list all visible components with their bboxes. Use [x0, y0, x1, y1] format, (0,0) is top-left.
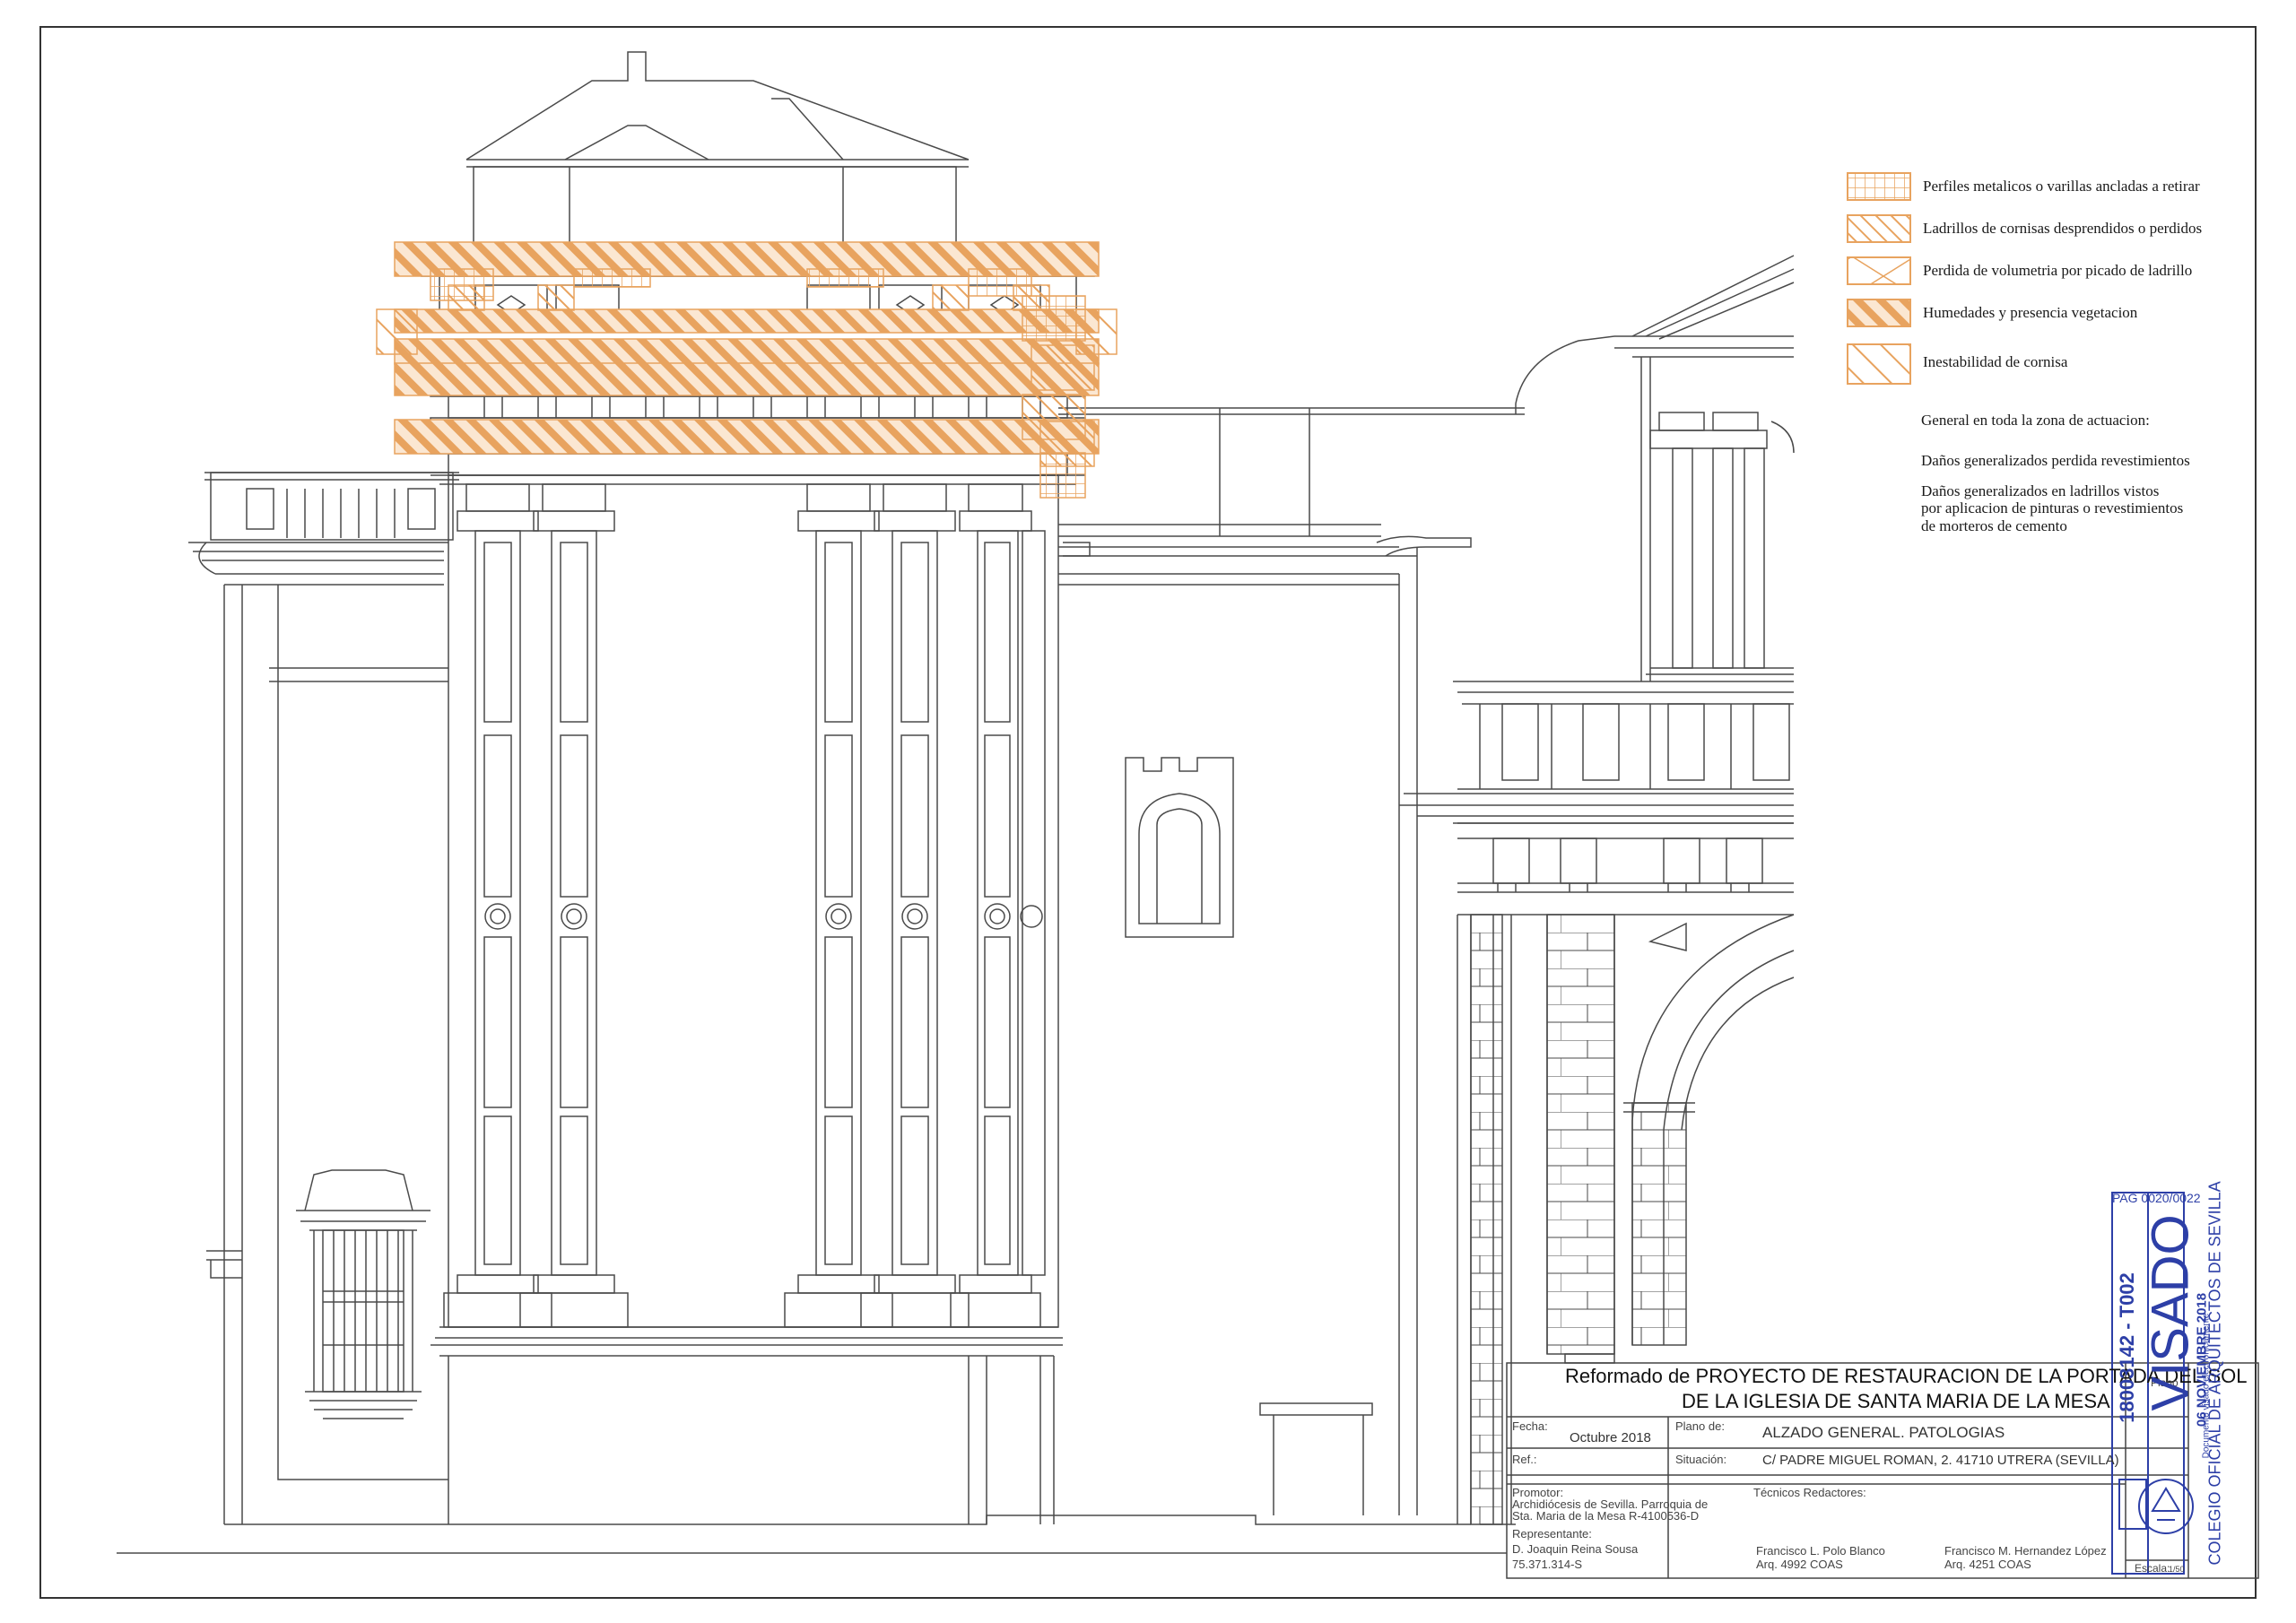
portal-wall — [448, 474, 1059, 1328]
pathology-overlay — [376, 241, 1118, 499]
legend-item-dense-hatch: Humedades y presencia vegetacion — [1848, 290, 2137, 336]
legend-label: Perfiles metalicos o varillas ancladas a… — [1923, 178, 2200, 195]
legend-label: Inestabilidad de cornisa — [1923, 353, 2068, 370]
general-item-2-line-1: Daños generalizados en ladrillos vistos — [1921, 482, 2160, 499]
representante-label: Representante: — [1512, 1527, 1592, 1541]
stamp-nota: Documento visado electrónicamente — [2201, 1313, 2212, 1459]
legend-label: Humedades y presencia vegetacion — [1923, 304, 2138, 321]
project-title-line-2: DE LA IGLESIA DE SANTA MARIA DE LA MESA — [1682, 1390, 2110, 1412]
situacion-label: Situación: — [1675, 1453, 1727, 1466]
crenellated-window — [1125, 757, 1234, 938]
legend-item-sparse-hatch: Inestabilidad de cornisa — [1848, 339, 2067, 386]
plano-label: Plano de: — [1675, 1419, 1725, 1433]
fecha-label: Fecha: — [1512, 1419, 1548, 1433]
representante-id: 75.371.314-S — [1512, 1558, 1583, 1571]
situacion-value: C/ PADRE MIGUEL ROMAN, 2. 41710 UTRERA (… — [1762, 1453, 2119, 1468]
tecnico-2-name: Francisco M. Hernandez López — [1944, 1544, 2107, 1558]
stamp-visado: VISADO — [2141, 1214, 2200, 1411]
columns — [443, 483, 1046, 1328]
legend-item-grid: Perfiles metalicos o varillas ancladas a… — [1848, 163, 2200, 210]
legend-item-thin-hatch: Ladrillos de cornisas desprendidos o per… — [1848, 205, 2202, 252]
tecnicos-label: Técnicos Redactores: — [1753, 1486, 1866, 1499]
tecnico-1-arq: Arq. 4992 COAS — [1756, 1558, 1843, 1571]
escala-value: 1/50 — [2169, 1565, 2185, 1574]
stamp-registro: 18003142 - T002 — [2116, 1272, 2138, 1423]
tecnico-2-arq: Arq. 4251 COAS — [1944, 1558, 2031, 1571]
legend-label: Perdida de volumetria por picado de ladr… — [1923, 262, 2193, 279]
lantern-body — [473, 166, 957, 250]
pediment — [1631, 255, 1795, 340]
grilled-window — [296, 1169, 430, 1419]
general-item-1: Daños generalizados perdida revestimient… — [1921, 452, 2190, 469]
general-title: General en toda la zona de actuacion: — [1921, 412, 2150, 429]
escala-label: Escala: — [2135, 1562, 2170, 1575]
ref-label: Ref.: — [1512, 1453, 1537, 1466]
plano-value: ALZADO GENERAL. PATOLOGIAS — [1762, 1424, 2005, 1441]
legend-item-cross: Perdida de volumetria por picado de ladr… — [1848, 247, 2192, 294]
lantern-roof — [465, 51, 970, 161]
fecha-value: Octubre 2018 — [1570, 1430, 1651, 1445]
representante-name: D. Joaquin Reina Sousa — [1512, 1542, 1639, 1556]
general-item-2-line-2: por aplicacion de pinturas o revestimien… — [1921, 499, 2184, 516]
stamp-page: PAG 0020/0022 — [2112, 1191, 2201, 1205]
tecnico-1-name: Francisco L. Polo Blanco — [1756, 1544, 1885, 1558]
legend-label: Ladrillos de cornisas desprendidos o per… — [1923, 220, 2203, 237]
general-item-2-line-3: de morteros de cemento — [1921, 517, 2067, 534]
cornice-balusters — [483, 396, 1041, 418]
promotor-line-2: Sta. Maria de la Mesa R-4100536-D — [1512, 1509, 1700, 1523]
